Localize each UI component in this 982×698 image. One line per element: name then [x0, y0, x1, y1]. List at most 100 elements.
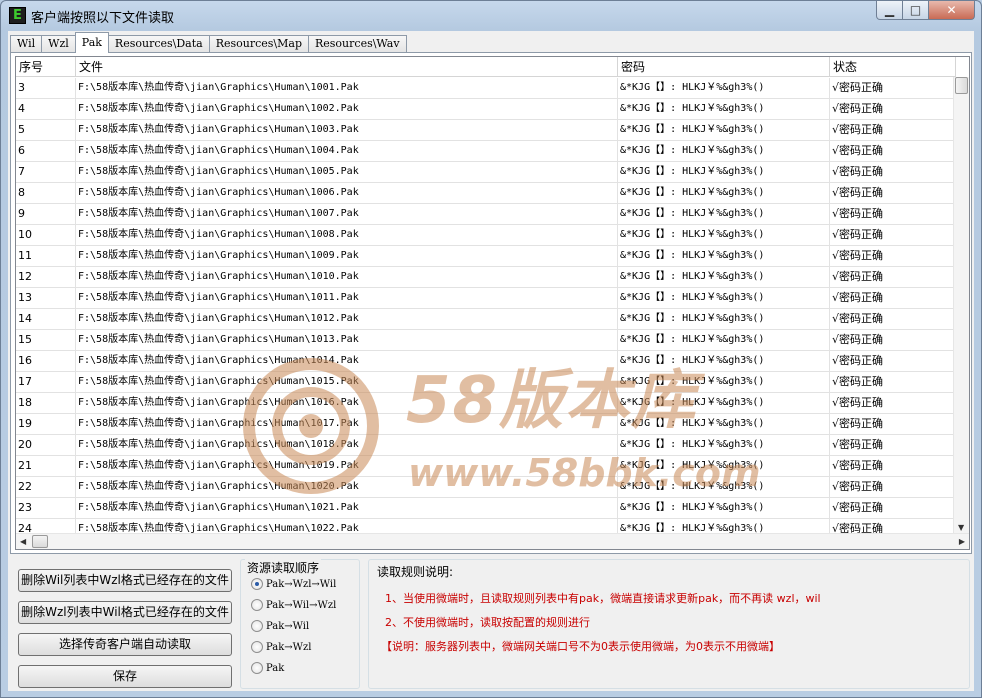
row-index: 11 [16, 246, 76, 267]
table-row[interactable]: 4 F:\58版本库\热血传奇\jian\Graphics\Human\1002.… [16, 99, 956, 120]
scroll-down-icon[interactable]: ▼ [958, 523, 964, 532]
delete-wil-dup-button[interactable]: 删除Wil列表中Wzl格式已经存在的文件 [18, 569, 232, 592]
row-file: F:\58版本库\热血传奇\jian\Graphics\Human\1004.P… [76, 141, 618, 162]
row-index: 6 [16, 141, 76, 162]
vertical-scroll-thumb[interactable] [955, 77, 968, 94]
row-index: 3 [16, 78, 76, 99]
save-button[interactable]: 保存 [18, 665, 232, 688]
column-header-password[interactable]: 密码 [618, 57, 830, 77]
read-order-option[interactable]: Pak→Wil→Wzl [251, 599, 336, 611]
maximize-button[interactable]: □ [903, 1, 929, 20]
radio-button[interactable] [251, 599, 263, 611]
table-row[interactable]: 8 F:\58版本库\热血传奇\jian\Graphics\Human\1006.… [16, 183, 956, 204]
tab-resources-wav[interactable]: Resources\Wav [308, 35, 407, 53]
table-row[interactable]: 23 F:\58版本库\热血传奇\jian\Graphics\Human\1021… [16, 498, 956, 519]
rules-title: 读取规则说明: [375, 563, 456, 580]
row-file: F:\58版本库\热血传奇\jian\Graphics\Human\1008.P… [76, 225, 618, 246]
app-icon: E [9, 7, 26, 24]
table-row[interactable]: 12 F:\58版本库\热血传奇\jian\Graphics\Human\1010… [16, 267, 956, 288]
table-row[interactable]: 16 F:\58版本库\热血传奇\jian\Graphics\Human\1014… [16, 351, 956, 372]
row-password: &*KJG【】: HLKJ￥%&gh3%() [618, 498, 830, 519]
row-password: &*KJG【】: HLKJ￥%&gh3%() [618, 414, 830, 435]
radio-button[interactable] [251, 578, 263, 590]
row-status: √密码正确 [830, 414, 956, 435]
tab-pak[interactable]: Pak [74, 32, 109, 53]
tab-wzl[interactable]: Wzl [41, 35, 76, 53]
row-status: √密码正确 [830, 267, 956, 288]
table-row[interactable]: 21 F:\58版本库\热血传奇\jian\Graphics\Human\1019… [16, 456, 956, 477]
row-index: 16 [16, 351, 76, 372]
table-row[interactable]: 3 F:\58版本库\热血传奇\jian\Graphics\Human\1001.… [16, 78, 956, 99]
row-password: &*KJG【】: HLKJ￥%&gh3%() [618, 204, 830, 225]
tab-strip: Wil Wzl Pak Resources\Data Resources\Map Reso… [10, 32, 407, 53]
row-file: F:\58版本库\热血传奇\jian\Graphics\Human\1003.P… [76, 120, 618, 141]
row-status: √密码正确 [830, 78, 956, 99]
row-file: F:\58版本库\热血传奇\jian\Graphics\Human\1005.P… [76, 162, 618, 183]
row-index: 13 [16, 288, 76, 309]
window-title: 客户端按照以下文件读取 [31, 11, 175, 26]
table-row[interactable]: 11 F:\58版本库\热血传奇\jian\Graphics\Human\1009… [16, 246, 956, 267]
row-file: F:\58版本库\热血传奇\jian\Graphics\Human\1002.P… [76, 99, 618, 120]
tab-resources-map[interactable]: Resources\Map [208, 35, 309, 53]
read-order-option[interactable]: Pak→Wil [251, 620, 309, 632]
row-status: √密码正确 [830, 477, 956, 498]
table-row[interactable]: 15 F:\58版本库\热血传奇\jian\Graphics\Human\1013… [16, 330, 956, 351]
scroll-right-icon[interactable]: ▶ [959, 537, 965, 546]
horizontal-scroll-thumb[interactable] [32, 535, 48, 548]
row-status: √密码正确 [830, 183, 956, 204]
read-order-option-label: Pak→Wil→Wzl [266, 599, 337, 611]
table-row[interactable]: 22 F:\58版本库\热血传奇\jian\Graphics\Human\1020… [16, 477, 956, 498]
row-status: √密码正确 [830, 204, 956, 225]
row-status: √密码正确 [830, 288, 956, 309]
scroll-left-icon[interactable]: ◀ [20, 537, 26, 546]
table-row[interactable]: 13 F:\58版本库\热血传奇\jian\Graphics\Human\1011… [16, 288, 956, 309]
horizontal-scrollbar[interactable]: ◀ ▶ [16, 533, 969, 549]
table-row[interactable]: 5 F:\58版本库\热血传奇\jian\Graphics\Human\1003.… [16, 120, 956, 141]
row-file: F:\58版本库\热血传奇\jian\Graphics\Human\1012.P… [76, 309, 618, 330]
vertical-scrollbar[interactable]: ▼ [953, 77, 969, 534]
close-icon: ✕ [946, 3, 957, 17]
column-header-index[interactable]: 序号 [16, 57, 76, 77]
tab-resources-data[interactable]: Resources\Data [107, 35, 210, 53]
radio-button[interactable] [251, 641, 263, 653]
row-file: F:\58版本库\热血传奇\jian\Graphics\Human\1015.P… [76, 372, 618, 393]
row-index: 8 [16, 183, 76, 204]
auto-read-client-button[interactable]: 选择传奇客户端自动读取 [18, 633, 232, 656]
minimize-icon: ▁ [884, 3, 895, 17]
table-row[interactable]: 9 F:\58版本库\热血传奇\jian\Graphics\Human\1007.… [16, 204, 956, 225]
title-bar[interactable]: E 客户端按照以下文件读取 ▁ □ ✕ [1, 1, 981, 29]
row-index: 4 [16, 99, 76, 120]
close-button[interactable]: ✕ [929, 1, 975, 20]
rule-line-1: 1、当使用微端时，且读取规则列表中有pak，微端直接请求更新pak，而不再读 w… [385, 592, 821, 605]
table-row[interactable]: 14 F:\58版本库\热血传奇\jian\Graphics\Human\1012… [16, 309, 956, 330]
row-password: &*KJG【】: HLKJ￥%&gh3%() [618, 309, 830, 330]
maximize-icon: □ [909, 3, 922, 17]
row-file: F:\58版本库\热血传奇\jian\Graphics\Human\1007.P… [76, 204, 618, 225]
table-row[interactable]: 7 F:\58版本库\热血传奇\jian\Graphics\Human\1005.… [16, 162, 956, 183]
table-row[interactable]: 19 F:\58版本库\热血传奇\jian\Graphics\Human\1017… [16, 414, 956, 435]
read-order-option[interactable]: Pak→Wzl→Wil [251, 578, 336, 590]
table-row[interactable]: 10 F:\58版本库\热血传奇\jian\Graphics\Human\1008… [16, 225, 956, 246]
delete-wzl-dup-button[interactable]: 删除Wzl列表中Wil格式已经存在的文件 [18, 601, 232, 624]
row-status: √密码正确 [830, 351, 956, 372]
read-order-option[interactable]: Pak→Wzl [251, 641, 311, 653]
column-header-file[interactable]: 文件 [76, 57, 618, 77]
read-order-option[interactable]: Pak [251, 662, 284, 674]
row-index: 12 [16, 267, 76, 288]
table-row[interactable]: 6 F:\58版本库\热血传奇\jian\Graphics\Human\1004.… [16, 141, 956, 162]
table-body: 3 F:\58版本库\热血传奇\jian\Graphics\Human\1001.… [16, 78, 956, 540]
row-index: 10 [16, 225, 76, 246]
table-row[interactable]: 18 F:\58版本库\热血传奇\jian\Graphics\Human\1016… [16, 393, 956, 414]
radio-button[interactable] [251, 620, 263, 632]
row-index: 7 [16, 162, 76, 183]
radio-button[interactable] [251, 662, 263, 674]
window-controls: ▁ □ ✕ [876, 1, 975, 20]
row-password: &*KJG【】: HLKJ￥%&gh3%() [618, 141, 830, 162]
column-header-status[interactable]: 状态 [830, 57, 956, 77]
rule-line-3: 【说明：服务器列表中，微端网关端口号不为0表示使用微端，为0表示不用微端】 [381, 640, 780, 653]
minimize-button[interactable]: ▁ [876, 1, 903, 20]
table-row[interactable]: 20 F:\58版本库\热血传奇\jian\Graphics\Human\1018… [16, 435, 956, 456]
row-status: √密码正确 [830, 120, 956, 141]
table-row[interactable]: 17 F:\58版本库\热血传奇\jian\Graphics\Human\1015… [16, 372, 956, 393]
tab-wil[interactable]: Wil [10, 35, 43, 53]
